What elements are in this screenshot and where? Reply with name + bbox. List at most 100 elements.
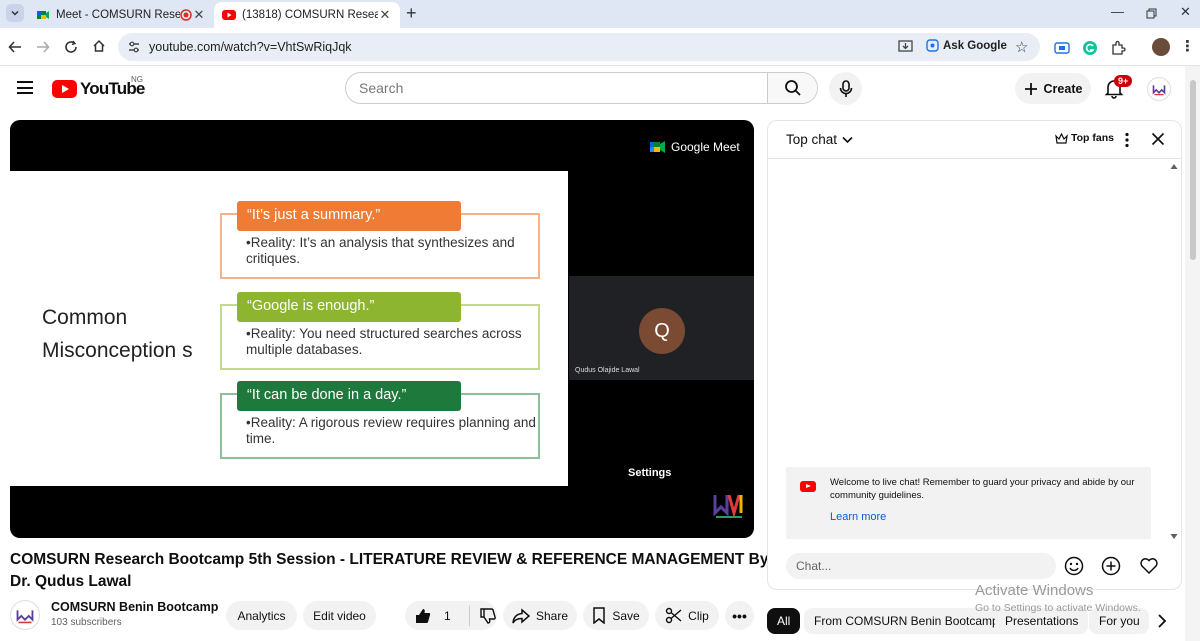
tab-search-button[interactable] — [6, 4, 24, 22]
save-label: Save — [612, 608, 640, 623]
chat-header: Top chat Top fans — [768, 121, 1181, 159]
misconception-label: “It can be done in a day.” — [237, 381, 461, 411]
chat-mode-dropdown[interactable]: Top chat — [786, 132, 853, 147]
watermark-line1: Activate Windows — [975, 582, 1094, 599]
site-settings-icon[interactable] — [126, 39, 142, 55]
add-icon[interactable] — [1101, 556, 1121, 576]
channel-name[interactable]: COMSURN Benin Bootcamp — [51, 600, 218, 614]
url-text: youtube.com/watch?v=VhtSwRiqJqk — [149, 40, 352, 54]
share-label: Share — [535, 608, 569, 623]
page-scrollbar-thumb[interactable] — [1190, 80, 1196, 260]
more-actions-button[interactable]: ••• — [725, 601, 754, 630]
emoji-icon[interactable] — [1064, 556, 1084, 576]
slide-title: Common Misconception s — [42, 306, 193, 362]
chat-input[interactable] — [786, 553, 1056, 579]
youtube-icon — [800, 481, 816, 492]
forward-icon[interactable] — [36, 40, 50, 54]
notification-badge: 9+ — [1114, 75, 1133, 87]
minimize-icon[interactable]: — — [1111, 4, 1124, 19]
youtube-play-icon — [52, 80, 77, 98]
top-fans-button[interactable]: Top fans — [1055, 132, 1114, 144]
close-chat-icon[interactable] — [1151, 132, 1165, 146]
analytics-button[interactable]: Analytics — [226, 601, 297, 630]
participant-avatar: Q — [639, 308, 685, 354]
browser-menu-icon[interactable]: ⋮ — [1180, 37, 1196, 55]
microphone-icon — [839, 79, 852, 97]
channel-avatar[interactable] — [10, 600, 40, 630]
tab-title: Meet - COMSURN Research — [56, 9, 180, 21]
grammarly-icon[interactable] — [1082, 40, 1098, 56]
like-dislike-group: 1 — [405, 601, 497, 630]
youtube-header: YouTube NG Create 9+ — [0, 66, 1200, 112]
google-meet-badge: Google Meet — [650, 140, 740, 154]
close-tab-icon[interactable]: ✕ — [192, 7, 206, 23]
meet-settings-label: Settings — [628, 467, 672, 479]
extension-media-icon[interactable] — [1054, 40, 1070, 56]
chevron-right-icon[interactable] — [1156, 613, 1168, 629]
channel-watermark-logo[interactable] — [712, 487, 746, 521]
home-icon[interactable] — [92, 39, 106, 53]
misconception-reality: •Reality: You need structured searches a… — [246, 326, 522, 357]
bookmark-star-icon[interactable]: ☆ — [1015, 38, 1028, 56]
create-label: Create — [1043, 81, 1083, 96]
search-input[interactable] — [347, 74, 767, 102]
crown-icon — [1055, 132, 1068, 144]
more-icon: ••• — [732, 607, 747, 624]
misconception-card: “It’s just a summary.” •Reality: It’s an… — [220, 201, 540, 279]
chip-all[interactable]: All — [767, 608, 801, 634]
bookmark-icon — [593, 607, 606, 624]
share-icon — [512, 607, 530, 624]
new-tab-icon[interactable]: + — [406, 3, 417, 24]
tab-meet[interactable]: Meet - COMSURN Research ✕ — [28, 2, 214, 28]
close-tab-icon[interactable]: ✕ — [378, 7, 392, 23]
thumbs-up-icon[interactable] — [414, 607, 432, 625]
create-button[interactable]: Create — [1015, 73, 1091, 104]
search-button[interactable] — [767, 73, 817, 103]
ask-google-label: Ask Google — [943, 39, 1007, 52]
learn-more-link[interactable]: Learn more — [830, 511, 886, 523]
google-meet-icon — [650, 141, 665, 153]
clip-label: Clip — [688, 608, 709, 623]
share-button[interactable]: Share — [503, 601, 577, 630]
video-title: COMSURN Research Bootcamp 5th Session - … — [10, 551, 769, 590]
clip-button[interactable]: Clip — [655, 601, 719, 630]
chevron-down-icon — [842, 136, 853, 143]
ask-google-button[interactable]: Ask Google — [926, 39, 1007, 52]
participant-name: Qudus Olajide Lawal — [575, 367, 640, 374]
search-icon — [784, 80, 801, 96]
profile-avatar[interactable] — [1152, 38, 1170, 56]
heart-icon[interactable] — [1139, 556, 1159, 576]
chat-mode-label: Top chat — [786, 132, 838, 147]
misconception-card: “Google is enough.” •Reality: You need s… — [220, 292, 540, 370]
misconception-reality: •Reality: It’s an analysis that synthesi… — [246, 235, 515, 266]
google-meet-icon — [37, 11, 49, 19]
plus-icon — [1024, 82, 1037, 95]
account-avatar[interactable] — [1147, 77, 1171, 101]
scissors-icon — [665, 607, 682, 624]
voice-search-button[interactable] — [829, 72, 862, 105]
omnibox[interactable]: youtube.com/watch?v=VhtSwRiqJqk Ask Goog… — [118, 33, 1040, 61]
install-app-icon[interactable] — [898, 40, 913, 54]
close-window-icon[interactable]: ✕ — [1180, 4, 1191, 20]
video-player[interactable]: Common Misconception s “It’s just a summ… — [10, 120, 754, 538]
reload-icon[interactable] — [64, 40, 78, 54]
watermark-line2: Go to Settings to activate Windows. — [975, 602, 1141, 614]
hamburger-menu-icon[interactable] — [17, 81, 33, 94]
save-button[interactable]: Save — [583, 601, 649, 630]
extensions-puzzle-icon[interactable] — [1110, 40, 1126, 56]
chat-scrollbar[interactable] — [1167, 159, 1181, 544]
browser-tab-strip: Meet - COMSURN Research ✕ (13818) COMSUR… — [0, 0, 1200, 28]
google-meet-label: Google Meet — [671, 140, 740, 154]
tab-youtube[interactable]: (13818) COMSURN Research Bo ✕ — [214, 2, 400, 28]
country-code: NG — [131, 75, 143, 84]
youtube-icon — [222, 10, 236, 20]
restore-icon[interactable] — [1146, 8, 1157, 19]
lens-icon — [926, 39, 939, 52]
chevron-down-icon — [11, 10, 19, 16]
tab-title: (13818) COMSURN Research Bo — [242, 9, 378, 21]
edit-video-button[interactable]: Edit video — [303, 601, 376, 630]
like-count: 1 — [444, 608, 451, 623]
back-icon[interactable] — [8, 40, 22, 54]
chat-menu-icon[interactable] — [1124, 132, 1130, 148]
thumbs-down-icon[interactable] — [479, 607, 497, 625]
